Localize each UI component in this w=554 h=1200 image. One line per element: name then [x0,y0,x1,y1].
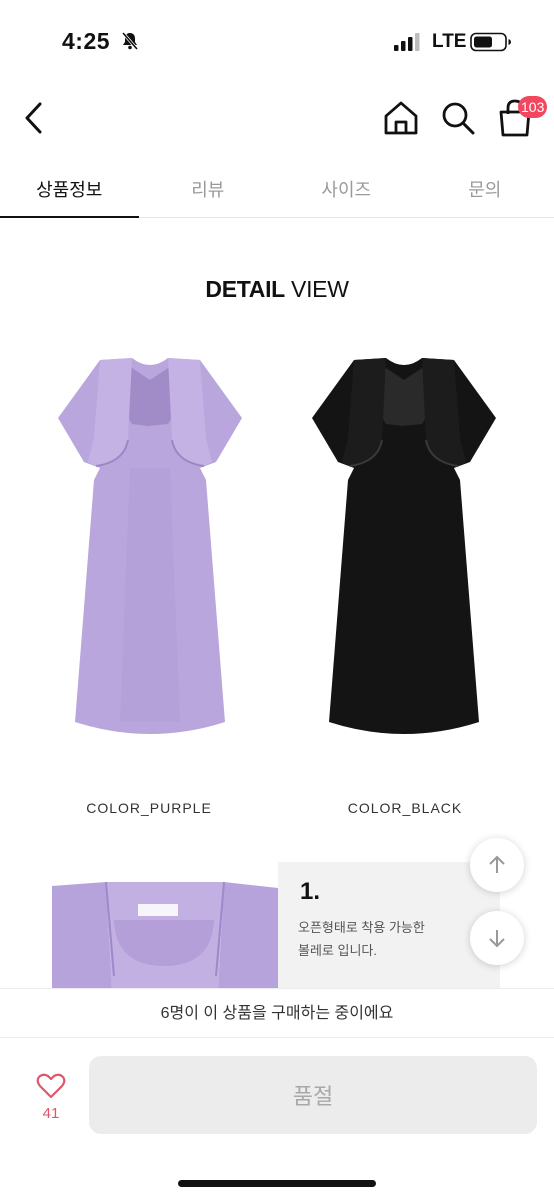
home-indicator [178,1180,376,1187]
cart-count-badge: 103 [518,96,548,118]
sold-out-button[interactable]: 품절 [89,1056,537,1134]
detail-view-heading: DETAIL VIEW [0,276,554,303]
tab-product-info[interactable]: 상품정보 [0,160,139,218]
arrow-up-icon [489,855,505,873]
detail-point-text: 오픈형태로 착용 가능한 볼레로 입니다. [298,916,468,962]
bell-muted-icon [121,32,139,50]
detail-heading-rest: VIEW [284,276,349,302]
tab-inquiry[interactable]: 문의 [416,160,554,217]
like-count: 41 [42,1105,60,1122]
status-bar: 4:25 LTE [0,0,554,80]
dress-closeup-image [52,880,278,988]
battery-icon [470,32,511,52]
black-dress-image [312,358,496,734]
signal-icon [394,33,420,51]
heart-icon[interactable] [36,1072,66,1100]
detail-point-number: 1. [300,878,321,905]
detail-point-line-2: 볼레로 입니다. [298,943,377,958]
network-label: LTE [432,31,467,52]
tab-size[interactable]: 사이즈 [277,160,416,217]
tab-bar: 상품정보 리뷰 사이즈 문의 [0,160,554,218]
scroll-down-button[interactable] [470,911,524,965]
detail-heading-bold: DETAIL [205,276,285,302]
buyers-notice: 6명이 이 상품을 구매하는 중이에요 [0,988,554,1038]
color-label-purple: COLOR_PURPLE [86,800,212,816]
scroll-up-button[interactable] [470,838,524,892]
detail-point-line-1: 오픈형태로 착용 가능한 [298,920,425,935]
back-icon[interactable] [18,98,52,138]
color-label-black: COLOR_BLACK [347,800,463,816]
search-icon[interactable] [440,100,476,136]
purple-dress-image [58,358,242,734]
tab-reviews[interactable]: 리뷰 [139,160,278,217]
nav-bar [0,88,554,148]
arrow-down-icon [489,930,505,948]
home-icon[interactable] [382,100,420,136]
status-time: 4:25 [62,28,111,54]
